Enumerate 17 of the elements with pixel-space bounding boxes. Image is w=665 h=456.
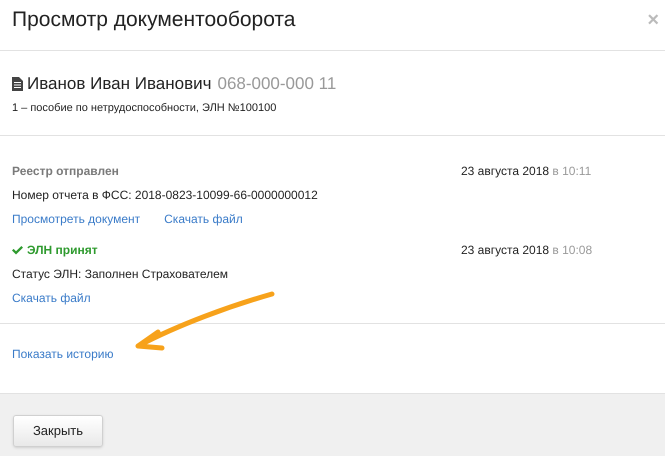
person-name: Иванов Иван Иванович (27, 73, 212, 95)
event-link[interactable]: Скачать файл (164, 210, 243, 228)
event-status: ЭЛН принят (12, 241, 98, 259)
close-dialog-button[interactable]: Закрыть (13, 415, 103, 447)
event-detail: Номер отчета в ФСС: 2018-0823-10099-66-0000000012 (12, 187, 319, 204)
history-link[interactable]: Показать историю (12, 347, 114, 361)
document-icon (12, 76, 23, 91)
event-link[interactable]: Скачать файл (12, 289, 91, 307)
event-status: Реестр отправлен (12, 163, 119, 180)
event-timestamp: 23 августа 2018 в 10:08 (461, 242, 594, 259)
snils-number: 068-000-000 11 (217, 73, 336, 95)
dialog-title: Просмотр документооборота (12, 7, 296, 33)
check-icon (12, 245, 23, 255)
document-subtitle: 1 – пособие по нетрудоспособности, ЭЛН №100100 (12, 100, 278, 116)
event-timestamp: 23 августа 2018 в 10:11 (461, 163, 592, 180)
event-detail: Статус ЭЛН: Заполнен Страхователем (12, 266, 230, 283)
event-link[interactable]: Просмотреть документ (12, 210, 140, 228)
